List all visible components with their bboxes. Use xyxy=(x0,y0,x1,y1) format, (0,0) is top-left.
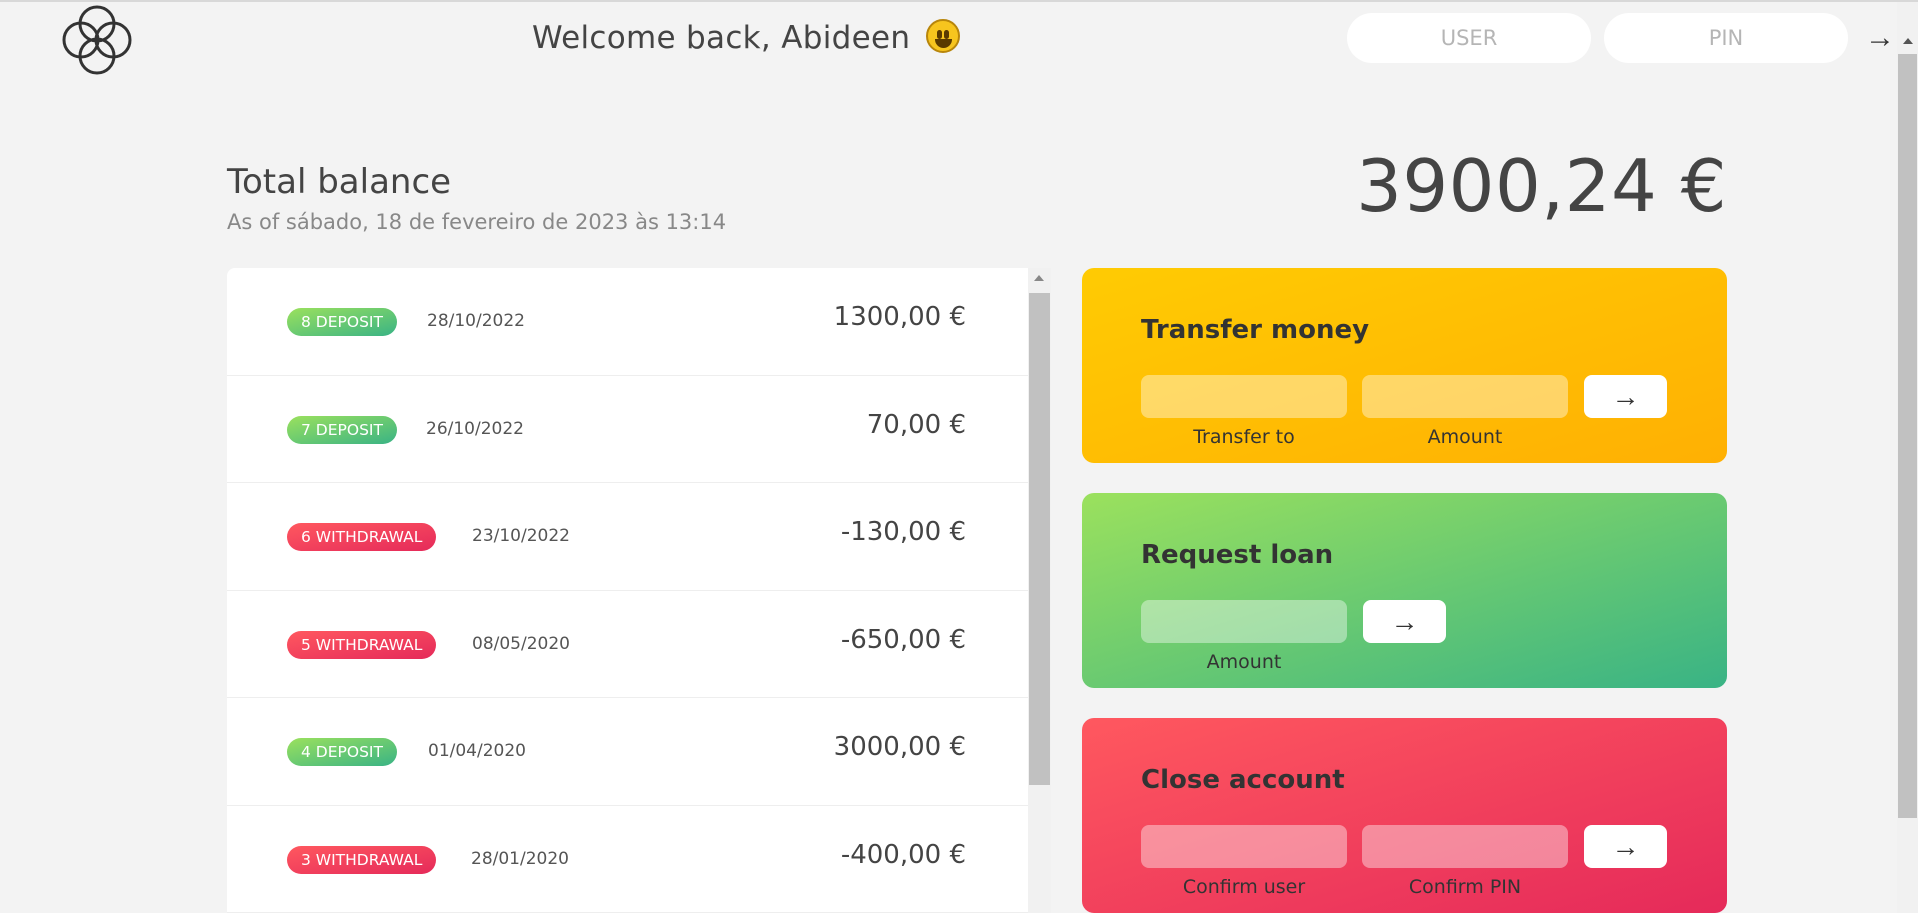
movement-type-badge: 6 WITHDRAWAL xyxy=(287,523,437,551)
movement-row: 7 DEPOSIT 26/10/2022 70,00 € xyxy=(227,376,1028,483)
movement-value: -650,00 € xyxy=(840,624,966,655)
movement-type-badge: 7 DEPOSIT xyxy=(287,415,397,444)
page-scrollbar-thumb[interactable] xyxy=(1898,54,1917,818)
welcome-message: Welcome back, Abideen xyxy=(532,19,961,56)
movement-date: 28/10/2022 xyxy=(427,311,525,331)
close-title: Close account xyxy=(1141,765,1345,795)
login-user-input[interactable] xyxy=(1347,13,1591,63)
movement-row: 8 DEPOSIT 28/10/2022 1300,00 € xyxy=(227,268,1028,376)
movement-type-badge: 4 DEPOSIT xyxy=(287,738,397,766)
movement-value: 1300,00 € xyxy=(833,302,966,332)
login-pin-input[interactable] xyxy=(1604,13,1848,63)
welcome-text: Welcome back, Abideen xyxy=(532,20,911,56)
loan-amount-label: Amount xyxy=(1206,651,1282,673)
balance-label: Total balance xyxy=(227,162,452,202)
transfer-money-panel: Transfer money → Transfer to Amount xyxy=(1082,268,1727,463)
transfer-submit-button[interactable]: → xyxy=(1584,375,1667,418)
loan-submit-button[interactable]: → xyxy=(1363,600,1446,643)
grinning-face-emoji-icon xyxy=(926,19,961,53)
balance-value: 3900,24 € xyxy=(1356,144,1727,228)
movements-scrollbar-thumb[interactable] xyxy=(1029,293,1050,785)
movement-type-badge: 3 WITHDRAWAL xyxy=(287,845,437,874)
confirm-pin-label: Confirm PIN xyxy=(1408,876,1522,898)
transfer-to-label: Transfer to xyxy=(1193,426,1295,448)
movement-date: 28/01/2020 xyxy=(471,848,569,869)
balance-date: As of sábado, 18 de fevereiro de 2023 às… xyxy=(227,210,727,234)
movement-row: 4 DEPOSIT 01/04/2020 3000,00 € xyxy=(227,698,1028,806)
transfer-amount-label: Amount xyxy=(1427,426,1503,448)
request-loan-panel: Request loan → Amount xyxy=(1082,493,1727,688)
transfer-title: Transfer money xyxy=(1141,315,1370,345)
movement-value: 3000,00 € xyxy=(833,732,966,762)
movement-date: 26/10/2022 xyxy=(426,418,524,439)
movement-date: 23/10/2022 xyxy=(472,526,570,546)
confirm-pin-input[interactable] xyxy=(1362,825,1568,868)
movement-date: 01/04/2020 xyxy=(428,741,526,761)
transfer-to-input[interactable] xyxy=(1141,375,1347,418)
loan-title: Request loan xyxy=(1141,540,1334,570)
confirm-user-label: Confirm user xyxy=(1182,876,1306,898)
transfer-amount-input[interactable] xyxy=(1362,375,1568,418)
movement-type-badge: 8 DEPOSIT xyxy=(287,308,397,336)
movement-row: 5 WITHDRAWAL 08/05/2020 -650,00 € xyxy=(227,591,1028,698)
movements-list[interactable]: 8 DEPOSIT 28/10/2022 1300,00 € 7 DEPOSIT… xyxy=(227,268,1028,913)
close-account-panel: Close account → Confirm user Confirm PIN xyxy=(1082,718,1727,913)
movement-value: -130,00 € xyxy=(840,517,966,547)
movement-row: 6 WITHDRAWAL 23/10/2022 -130,00 € xyxy=(227,483,1028,591)
movement-date: 08/05/2020 xyxy=(472,633,570,654)
movement-value: 70,00 € xyxy=(866,409,966,440)
movement-row: 3 WITHDRAWAL 28/01/2020 -400,00 € xyxy=(227,806,1028,913)
page-scroll-up-arrow-icon[interactable] xyxy=(1903,38,1913,44)
logo-icon xyxy=(62,5,132,75)
loan-amount-input[interactable] xyxy=(1141,600,1347,643)
confirm-user-input[interactable] xyxy=(1141,825,1347,868)
movement-value: -400,00 € xyxy=(840,839,966,870)
close-submit-button[interactable]: → xyxy=(1584,825,1667,868)
login-button[interactable]: → xyxy=(1862,20,1898,56)
scroll-up-arrow-icon[interactable] xyxy=(1034,275,1044,281)
movement-type-badge: 5 WITHDRAWAL xyxy=(287,630,437,659)
top-nav: Welcome back, Abideen → xyxy=(0,2,1918,77)
